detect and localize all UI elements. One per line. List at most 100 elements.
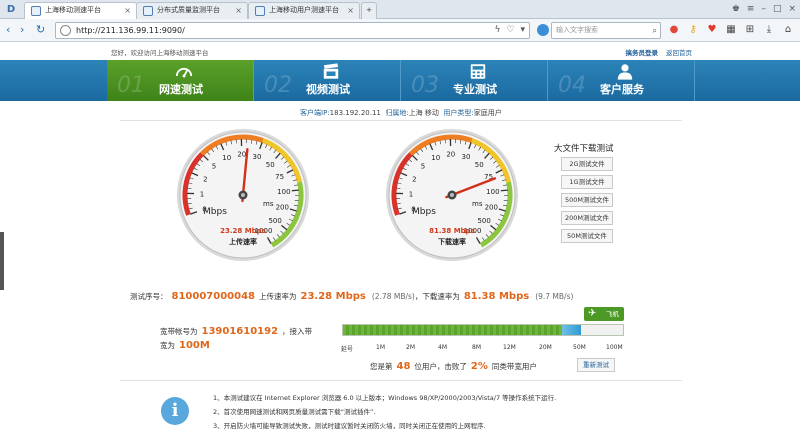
gauge-hub-cap <box>241 193 245 197</box>
rank-middle: 位用户，击败了 <box>414 362 467 371</box>
gauge-hub-cap <box>450 193 454 197</box>
speed-tick: 20M <box>539 344 552 351</box>
speed-tick: 8M <box>472 344 481 351</box>
note-item: 1、本测试建议在 Internet Explorer 浏览器 6.0 以上版本；… <box>213 394 557 402</box>
retest-button[interactable]: 重新测试 <box>577 358 615 372</box>
gauge-tick-label: 100 <box>486 188 499 196</box>
new-tab-button[interactable]: + <box>361 2 377 19</box>
key-icon[interactable]: ⚷ <box>687 23 699 37</box>
nav-speed-test[interactable]: 01 网速测试 <box>107 60 254 101</box>
login-link[interactable]: 搞务员登录 <box>626 47 659 57</box>
browser-tab-1[interactable]: 上海移动测速平台 × <box>24 2 137 20</box>
region: 上海 移动 <box>408 109 439 117</box>
nav-video-test[interactable]: 02 视频测试 <box>254 60 401 101</box>
lightning-icon[interactable]: ϟ <box>494 24 500 37</box>
side-panel-handle[interactable] <box>0 232 4 290</box>
nav-customer-service[interactable]: 04 客户服务 <box>548 60 695 101</box>
heart-icon[interactable]: ♥ <box>706 23 718 37</box>
site-top-bar: 您好，欢迎访问上海移动测速平台 搞务员登录 返回首页 <box>0 42 800 60</box>
user-rank: 您是第 48 位用户，击败了 2% 同类带宽用户 <box>370 361 537 372</box>
gauge-unit-label: ms <box>472 200 483 208</box>
refresh-icon[interactable]: ↻ <box>36 22 45 38</box>
url-text: http://211.136.99.11:9090/ <box>76 26 185 35</box>
test-seq-label: 测试序号： <box>130 292 168 301</box>
browser-logo-icon[interactable]: D <box>4 3 18 16</box>
nav-number: 02 <box>264 73 292 98</box>
user-type: 家庭用户 <box>473 109 502 117</box>
download-2g-button[interactable]: 2G测试文件 <box>561 157 613 171</box>
rank-percent: 2% <box>470 361 488 372</box>
tiles-icon[interactable]: ▦ <box>725 23 737 37</box>
search-engine-icon[interactable] <box>537 24 549 36</box>
gauge-tick-label: 20 <box>446 151 455 159</box>
download-50m-button[interactable]: 50M测试文件 <box>561 229 613 243</box>
close-tab-icon[interactable]: × <box>347 3 354 18</box>
upload-gauge: 0 1 2 5 10 20 30 50 75 100 200 500 1000 Mbps ms 23.28 … <box>176 128 310 262</box>
calculator-icon <box>470 64 486 79</box>
grid-icon[interactable]: ⊞ <box>744 23 756 37</box>
skin-icon[interactable]: ♚ <box>732 2 740 16</box>
search-icon[interactable]: ⌕ <box>653 23 657 38</box>
close-tab-icon[interactable]: × <box>235 3 242 18</box>
search-input[interactable]: 输入文字搜索 ⌕ <box>551 22 661 39</box>
download-1g-button[interactable]: 1G测试文件 <box>561 175 613 189</box>
rate-label: ，接入带 <box>282 327 313 336</box>
gauge-unit-label: Mbps <box>203 207 227 217</box>
speed-tick: 12M <box>503 344 516 351</box>
gauge-tick-label: 10 <box>222 154 231 162</box>
nav-number: 04 <box>558 73 586 98</box>
download-icon[interactable]: ⤓ <box>763 23 775 37</box>
speed-bar <box>342 324 624 336</box>
download-gauge-value: 81.38 Mbps <box>429 227 475 235</box>
speed-tick: 4M <box>438 344 447 351</box>
dropdown-icon[interactable]: ▾ <box>520 24 525 37</box>
history-icon[interactable]: ⌂ <box>782 23 794 37</box>
page-favicon-icon <box>255 6 265 16</box>
gauge-unit-label: ms <box>263 200 274 208</box>
client-ip: 183.192.20.11 <box>329 109 381 117</box>
favorite-heart-icon[interactable]: ♡ <box>506 24 514 37</box>
speed-bar-tail <box>562 325 581 335</box>
download-test-title: 大文件下载测试 <box>554 144 614 154</box>
maximize-icon[interactable]: □ <box>773 2 782 16</box>
gauge-tick <box>291 189 299 192</box>
gauge-tick-label: 1 <box>409 190 413 198</box>
download-500m-button[interactable]: 500M测试文件 <box>561 193 613 207</box>
download-gauge-label: 下载速率 <box>438 238 466 246</box>
rate-label-2: 宽为 <box>160 341 175 350</box>
speed-tick: 100M <box>606 344 623 351</box>
rank-prefix: 您是第 <box>370 362 393 371</box>
rank-position: 48 <box>396 361 411 372</box>
result-summary: 测试序号： 810007000048 上传速率为 23.28 Mbps (2.7… <box>130 291 573 302</box>
speed-level-badge: ✈ 飞机 <box>584 307 624 321</box>
upload-rate-label: 上传速率为 <box>259 292 297 301</box>
gauge-tick-label: 1 <box>200 190 204 198</box>
home-link[interactable]: 返回首页 <box>666 47 692 57</box>
speed-bar-ticks: 延号 1M 2M 4M 8M 12M 20M 50M 100M <box>339 344 629 354</box>
gauge-tick-label: 200 <box>485 203 498 211</box>
close-window-icon[interactable]: × <box>788 2 796 16</box>
browser-tab-2[interactable]: 分布式质量监测平台 × <box>136 2 248 19</box>
browser-tab-3[interactable]: 上海移动用户测速平台 × <box>248 2 360 19</box>
speed-level-label: 飞机 <box>606 310 619 318</box>
menu-icon[interactable]: ≡ <box>747 2 755 16</box>
nav-label: 网速测试 <box>159 83 203 96</box>
close-tab-icon[interactable]: × <box>124 3 131 18</box>
extension-icon[interactable]: ● <box>668 23 680 37</box>
speed-tick: 50M <box>573 344 586 351</box>
gauge-tick-label: 50 <box>475 161 484 169</box>
upload-rate-value: 23.28 Mbps <box>300 291 366 302</box>
url-input[interactable]: http://211.136.99.11:9090/ ϟ ♡ ▾ <box>55 22 530 39</box>
upload-rate-mb: (2.78 MB/s) <box>371 292 415 301</box>
address-bar: ‹ › ↻ http://211.136.99.11:9090/ ϟ ♡ ▾ 输… <box>0 19 800 42</box>
forward-icon[interactable]: › <box>20 22 24 38</box>
back-icon[interactable]: ‹ <box>6 22 10 38</box>
download-200m-button[interactable]: 200M测试文件 <box>561 211 613 225</box>
gauge-tick-label: 75 <box>275 173 284 181</box>
account-value: 13901610192 <box>201 326 279 337</box>
minimize-icon[interactable]: – <box>761 2 766 16</box>
nav-pro-test[interactable]: 03 专业测试 <box>401 60 548 101</box>
bandwidth-info: 宽带帐号为 13901610192 ，接入带 宽为 100M <box>160 325 312 353</box>
clapperboard-icon <box>323 63 339 79</box>
main-nav: 01 网速测试 02 视频测试 03 专业测试 04 客户服务 <box>0 60 800 101</box>
